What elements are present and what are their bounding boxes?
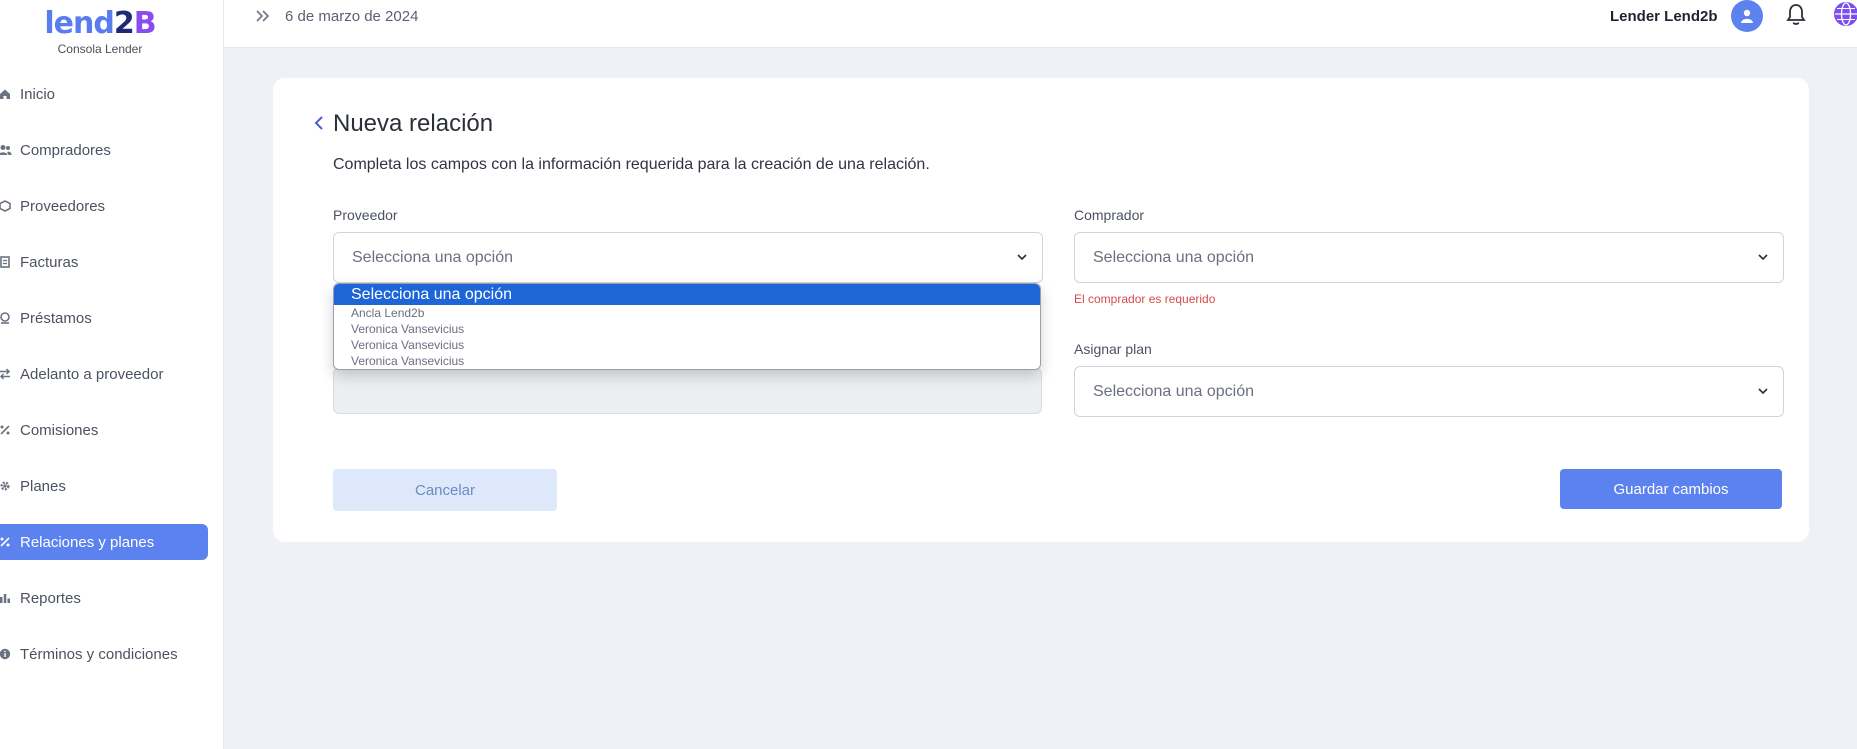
cancel-button[interactable]: Cancelar xyxy=(333,469,557,511)
home-icon xyxy=(0,87,14,101)
sidebar-item-inicio[interactable]: Inicio xyxy=(0,76,208,112)
gear-icon xyxy=(0,479,14,493)
current-date: 6 de marzo de 2024 xyxy=(285,8,419,25)
users-icon xyxy=(0,143,14,157)
brand-logo: lend2B xyxy=(44,6,156,41)
save-button[interactable]: Guardar cambios xyxy=(1560,469,1782,509)
avatar[interactable] xyxy=(1731,0,1763,32)
user-name[interactable]: Lender Lend2b xyxy=(1610,8,1718,25)
sidebar-item-compradores[interactable]: Compradores xyxy=(0,132,208,168)
comprador-label: Comprador xyxy=(1074,207,1145,223)
box-icon xyxy=(0,199,14,213)
globe-icon[interactable] xyxy=(1834,2,1857,26)
sidebar-item-relaciones[interactable]: Relaciones y planes xyxy=(0,524,208,560)
info-icon xyxy=(0,647,14,661)
sidebar-item-reportes[interactable]: Reportes xyxy=(0,580,208,616)
sidebar-item-planes[interactable]: Planes xyxy=(0,468,208,504)
sidebar-item-label: Facturas xyxy=(20,253,79,271)
sidebar-item-label: Préstamos xyxy=(20,309,92,327)
proveedor-select[interactable]: Selecciona una opción xyxy=(333,232,1043,283)
page-title: Nueva relación xyxy=(333,110,494,137)
sidebar: lend2B Consola Lender Inicio Compradores… xyxy=(0,0,224,749)
sidebar-item-comisiones[interactable]: Comisiones xyxy=(0,412,208,448)
sidebar-item-label: Planes xyxy=(20,477,66,495)
sidebar-item-label: Compradores xyxy=(20,141,111,159)
chevron-down-icon xyxy=(1755,383,1771,399)
back-chevron-icon[interactable] xyxy=(313,114,325,137)
invoice-icon xyxy=(0,255,14,269)
user-icon xyxy=(1741,9,1753,23)
disabled-field xyxy=(333,368,1042,414)
comprador-error: El comprador es requerido xyxy=(1074,292,1216,306)
sidebar-item-facturas[interactable]: Facturas xyxy=(0,244,208,280)
sidebar-item-terminos[interactable]: Términos y condiciones xyxy=(0,636,208,672)
sidebar-item-label: Inicio xyxy=(20,85,56,103)
dropdown-option[interactable]: Veronica Vansevicius xyxy=(334,321,1040,337)
chevron-down-icon xyxy=(1755,249,1771,265)
proveedor-label: Proveedor xyxy=(333,207,398,223)
sidebar-item-label: Términos y condiciones xyxy=(20,645,178,663)
asignar-plan-select[interactable]: Selecciona una opción xyxy=(1074,366,1784,417)
bar-chart-icon xyxy=(0,591,14,605)
proveedor-dropdown-list: Selecciona una opción Ancla Lend2b Veron… xyxy=(333,283,1041,370)
sidebar-item-label: Adelanto a proveedor xyxy=(20,365,164,383)
comprador-select[interactable]: Selecciona una opción xyxy=(1074,232,1784,283)
bell-icon[interactable] xyxy=(1785,3,1807,32)
asignar-plan-select-value: Selecciona una opción xyxy=(1093,383,1255,400)
comprador-select-value: Selecciona una opción xyxy=(1093,249,1255,266)
console-subtitle: Consola Lender xyxy=(57,42,143,56)
asignar-plan-label: Asignar plan xyxy=(1074,341,1152,357)
dropdown-option[interactable]: Ancla Lend2b xyxy=(334,305,1040,321)
sidebar-item-prestamos[interactable]: Préstamos xyxy=(0,300,208,336)
sidebar-item-proveedores[interactable]: Proveedores xyxy=(0,188,208,224)
page-description: Completa los campos con la información r… xyxy=(333,156,930,173)
sidebar-item-label: Comisiones xyxy=(20,421,99,439)
top-bar: 6 de marzo de 2024 Lender Lend2b xyxy=(224,0,1857,48)
percent-icon xyxy=(0,535,14,549)
loan-icon xyxy=(0,311,14,325)
dropdown-option[interactable]: Veronica Vansevicius xyxy=(334,337,1040,353)
dropdown-option[interactable]: Veronica Vansevicius xyxy=(334,353,1040,369)
expand-sidebar-icon[interactable] xyxy=(255,7,271,28)
dropdown-option[interactable]: Selecciona una opción xyxy=(334,284,1040,305)
proveedor-select-value: Selecciona una opción xyxy=(352,249,514,266)
percent-icon xyxy=(0,423,14,437)
sidebar-item-label: Relaciones y planes xyxy=(20,533,155,551)
sidebar-item-adelanto[interactable]: Adelanto a proveedor xyxy=(0,356,208,392)
sidebar-item-label: Reportes xyxy=(20,589,81,607)
transfer-icon xyxy=(0,367,14,381)
chevron-down-icon xyxy=(1014,249,1030,265)
sidebar-item-label: Proveedores xyxy=(20,197,106,215)
logo: lend2B Consola Lender xyxy=(40,6,160,56)
